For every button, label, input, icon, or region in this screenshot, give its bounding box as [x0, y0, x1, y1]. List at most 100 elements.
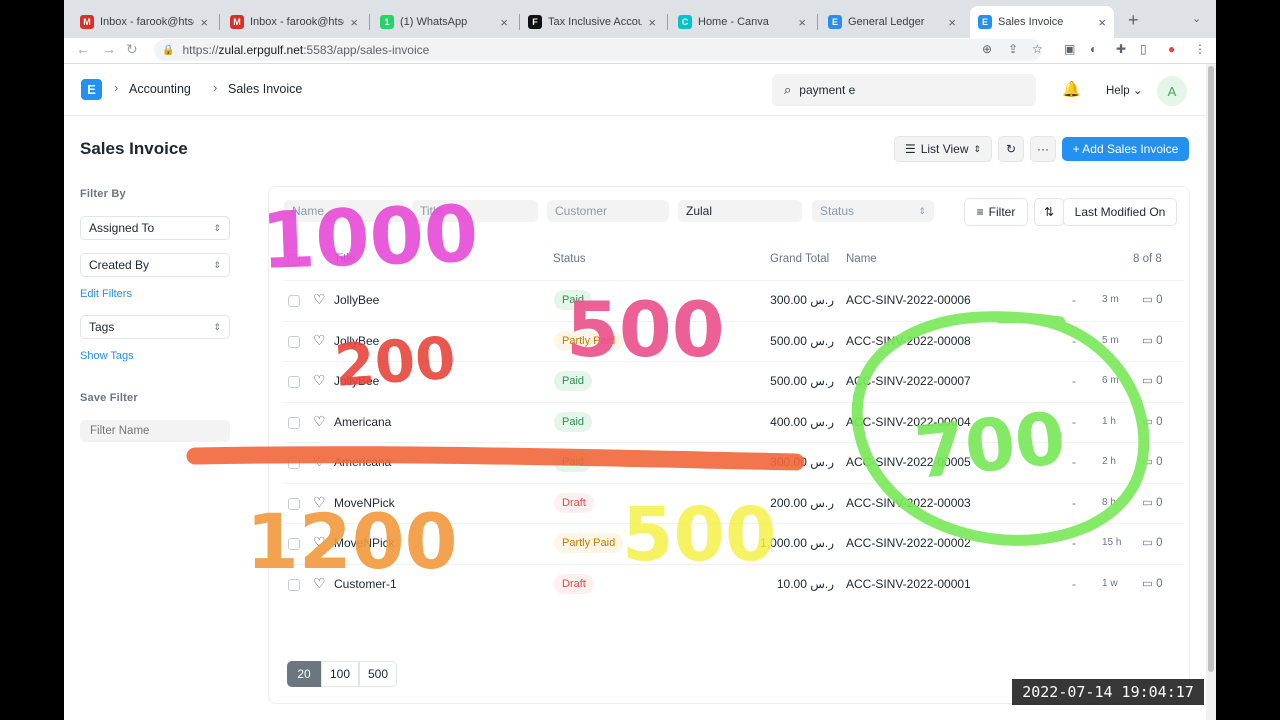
row-checkbox[interactable]: [288, 335, 300, 348]
invoice-name[interactable]: ACC-SINV-2022-00007: [846, 374, 971, 388]
row-title[interactable]: JollyBee: [334, 293, 379, 307]
browser-tab[interactable]: 1 (1) WhatsApp ×: [372, 6, 516, 38]
table-row[interactable]: ♡ JollyBee Paid 300.00 ر.س ACC-SINV-2022-000…: [284, 280, 1184, 320]
help-dropdown[interactable]: Help ⌄: [1106, 83, 1143, 97]
heart-like-icon[interactable]: ♡: [313, 494, 326, 511]
row-checkbox[interactable]: [288, 538, 300, 550]
row-checkbox[interactable]: [288, 416, 300, 429]
comment-count[interactable]: ▭ 0: [1142, 576, 1162, 590]
row-title[interactable]: MoveNPick: [334, 496, 395, 510]
page-length-500-button[interactable]: 500: [359, 661, 397, 687]
tab-search-icon[interactable]: ⌄: [1192, 12, 1201, 25]
comment-count[interactable]: ▭ 0: [1142, 535, 1162, 549]
row-title[interactable]: MoveNPick: [334, 536, 395, 550]
assigned-to-select[interactable]: Assigned To ⇕: [80, 216, 230, 240]
table-row[interactable]: ♡ Customer-1 Draft 10.00 ر.س ACC-SINV-2022-0…: [284, 563, 1184, 604]
bookmark-star-icon[interactable]: ☆: [1032, 42, 1043, 56]
name-filter-input[interactable]: Name: [284, 200, 404, 222]
edit-filters-link[interactable]: Edit Filters: [80, 288, 132, 300]
zoom-icon[interactable]: ⊕: [982, 42, 992, 56]
table-row[interactable]: ♡ Americana Paid 400.00 ر.س ACC-SINV-2022-00…: [284, 401, 1184, 442]
browser-tab[interactable]: M Inbox - farook@htsqa ×: [222, 6, 366, 38]
close-tab-icon[interactable]: ×: [1098, 15, 1106, 30]
heart-like-icon[interactable]: ♡: [313, 291, 326, 308]
scrollbar-thumb[interactable]: [1208, 66, 1214, 672]
notification-bell-icon[interactable]: 🔔: [1062, 80, 1081, 98]
row-checkbox[interactable]: [288, 497, 300, 510]
select-all-checkbox[interactable]: [288, 254, 300, 266]
table-row[interactable]: ♡ MoveNPick Partly Paid 1,000.00 ر.س ACC-SIN…: [284, 523, 1184, 563]
browser-tab[interactable]: E Sales Invoice ×: [970, 6, 1114, 38]
back-icon[interactable]: ←: [76, 41, 90, 57]
row-title[interactable]: JollyBee: [334, 334, 379, 348]
breadcrumb-sales-invoice[interactable]: Sales Invoice: [228, 82, 302, 96]
chrome-menu-icon[interactable]: ⋮: [1194, 42, 1206, 56]
erpnext-logo-icon[interactable]: E: [81, 79, 102, 100]
row-checkbox[interactable]: [288, 578, 300, 591]
comment-count[interactable]: ▭ 0: [1142, 454, 1162, 468]
sort-order-button[interactable]: ⇅: [1034, 198, 1064, 226]
comment-count[interactable]: ▭ 0: [1142, 495, 1162, 509]
invoice-name[interactable]: ACC-SINV-2022-00002: [846, 536, 971, 550]
list-view-switcher[interactable]: ☰ List View ⇕: [894, 136, 992, 162]
invoice-name[interactable]: ACC-SINV-2022-00006: [846, 293, 971, 307]
filter-button[interactable]: ≡ Filter: [964, 198, 1028, 226]
profile-extension-icon[interactable]: ●: [1168, 42, 1175, 56]
invoice-name[interactable]: ACC-SINV-2022-00001: [846, 577, 971, 591]
heart-like-icon[interactable]: ♡: [313, 575, 326, 592]
invoice-name[interactable]: ACC-SINV-2022-00003: [846, 496, 971, 510]
close-tab-icon[interactable]: ×: [798, 15, 806, 30]
show-tags-link[interactable]: Show Tags: [80, 350, 134, 362]
comment-count[interactable]: ▭ 0: [1142, 333, 1162, 347]
add-sales-invoice-button[interactable]: + Add Sales Invoice: [1062, 137, 1189, 161]
breadcrumb-accounting[interactable]: Accounting: [129, 82, 191, 96]
browser-tab[interactable]: F Tax Inclusive Account ×: [520, 6, 664, 38]
filter-name-input[interactable]: [80, 420, 230, 442]
table-row[interactable]: ♡ JollyBee Paid 500.00 ر.س ACC-SINV-2022-000…: [284, 361, 1184, 401]
url-field[interactable]: 🔒 https://zulal.erpgulf.net:5583/app/sal…: [154, 39, 1042, 61]
heart-like-icon[interactable]: ♡: [313, 534, 326, 551]
close-tab-icon[interactable]: ×: [200, 15, 208, 30]
comment-count[interactable]: ▭ 0: [1142, 292, 1162, 306]
row-checkbox[interactable]: [288, 457, 300, 469]
sort-field-button[interactable]: Last Modified On: [1063, 198, 1177, 226]
heart-like-icon[interactable]: ♡: [313, 332, 326, 349]
new-tab-button[interactable]: +: [1128, 10, 1139, 31]
avatar[interactable]: A: [1157, 76, 1187, 106]
row-title[interactable]: JollyBee: [334, 374, 379, 388]
row-title[interactable]: Americana: [334, 455, 391, 469]
page-length-20-button[interactable]: 20: [287, 661, 321, 687]
comment-count[interactable]: ▭ 0: [1142, 373, 1162, 387]
comment-count[interactable]: ▭ 0: [1142, 414, 1162, 428]
row-checkbox[interactable]: [288, 376, 300, 388]
tags-select[interactable]: Tags ⇕: [80, 315, 230, 339]
browser-tab[interactable]: E General Ledger ×: [820, 6, 964, 38]
reload-icon[interactable]: ↻: [126, 41, 138, 58]
awesomebar-search[interactable]: ⌕ payment e: [772, 74, 1036, 106]
invoice-name[interactable]: ACC-SINV-2022-00005: [846, 455, 971, 469]
table-row[interactable]: ♡ Americana Paid 300.00 ر.س ACC-SINV-2022-00…: [284, 442, 1184, 482]
row-checkbox[interactable]: [288, 295, 300, 307]
close-tab-icon[interactable]: ×: [648, 15, 656, 30]
side-panel-icon[interactable]: ▯: [1140, 42, 1147, 56]
extension-icon[interactable]: ◐: [1090, 42, 1097, 56]
browser-tab[interactable]: M Inbox - farook@htsqa ×: [72, 6, 216, 38]
puzzle-icon[interactable]: ✚: [1116, 42, 1126, 56]
company-filter-input[interactable]: Zulal: [678, 200, 802, 222]
invoice-name[interactable]: ACC-SINV-2022-00004: [846, 415, 971, 429]
row-title[interactable]: Customer-1: [334, 577, 397, 591]
share-icon[interactable]: ⇪: [1008, 42, 1018, 56]
invoice-name[interactable]: ACC-SINV-2022-00008: [846, 334, 971, 348]
forward-icon[interactable]: →: [102, 41, 116, 57]
customer-filter-input[interactable]: Customer: [547, 200, 669, 222]
heart-like-icon[interactable]: ♡: [313, 453, 326, 470]
table-row[interactable]: ♡ JollyBee Partly Paid 500.00 ر.س ACC-SINV-2…: [284, 320, 1184, 361]
title-filter-input[interactable]: Title: [412, 200, 538, 222]
close-tab-icon[interactable]: ×: [500, 15, 508, 30]
page-length-100-button[interactable]: 100: [321, 661, 359, 687]
browser-tab[interactable]: C Home - Canva ×: [670, 6, 814, 38]
heart-like-icon[interactable]: ♡: [313, 413, 326, 430]
created-by-select[interactable]: Created By ⇕: [80, 253, 230, 277]
more-actions-button[interactable]: ···: [1030, 136, 1056, 162]
row-title[interactable]: Americana: [334, 415, 391, 429]
